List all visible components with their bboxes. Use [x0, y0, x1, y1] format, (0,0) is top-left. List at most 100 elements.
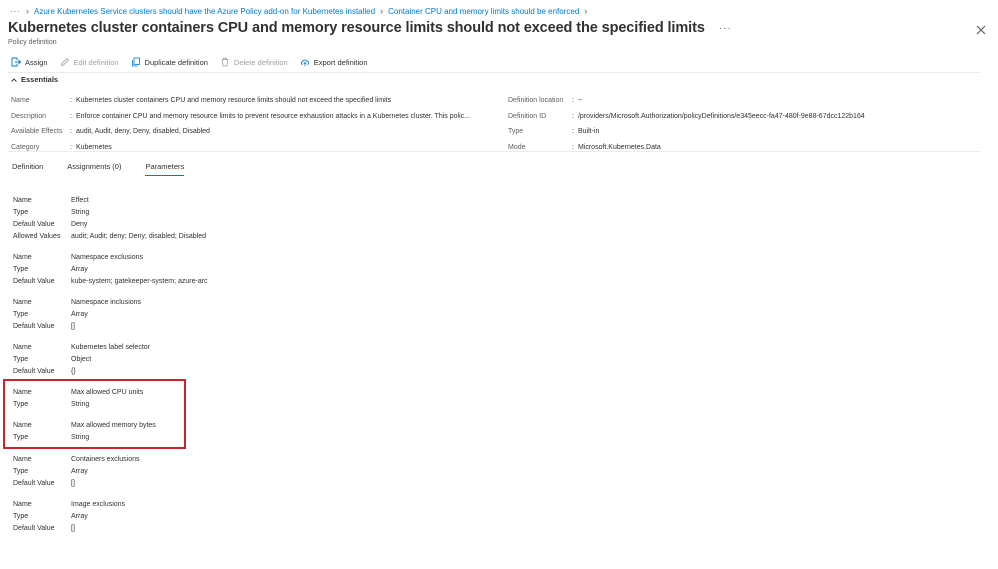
parameter-key: Name — [13, 343, 32, 351]
parameter-value: String — [71, 208, 90, 216]
delete-definition-label: Delete definition — [233, 57, 288, 67]
essentials-value: Kubernetes — [75, 143, 112, 151]
parameter-key: Allowed Values — [13, 232, 61, 240]
parameter-value: Namespace inclusions — [71, 298, 142, 306]
breadcrumb-more[interactable]: ··· — [10, 7, 21, 16]
parameter-key: Type — [13, 467, 29, 475]
essentials-value: -- — [577, 97, 583, 105]
copy-icon — [131, 57, 140, 67]
parameter-group-containers-exclusions: Name Containers exclusions Type Array Defa… — [13, 453, 208, 489]
essentials-row-mode: Mode : Microsoft.Kubernetes.Data — [508, 143, 661, 151]
parameter-key: Name — [13, 196, 32, 204]
cloud-upload-icon — [300, 59, 309, 66]
parameter-group-image-exclusions: Name Image exclusions Type Array Default V… — [13, 498, 208, 534]
parameter-key: Default Value — [13, 322, 55, 330]
parameter-key: Name — [13, 455, 32, 463]
essentials-value: audit, Audit, deny, Deny, disabled, Disa… — [75, 128, 210, 136]
parameter-key: Default Value — [13, 220, 55, 228]
essentials-key: Name — [11, 97, 30, 105]
essentials-row-description: Description : Enforce container CPU and … — [11, 112, 470, 120]
breadcrumb: ··· › Azure Kubernetes Service clusters … — [10, 5, 592, 17]
command-bar: Assign Edit definition Duplicate definit… — [11, 56, 380, 68]
edit-definition-label: Edit definition — [73, 57, 119, 67]
essentials-key: Available Effects — [11, 128, 63, 136]
export-definition-button[interactable]: Export definition — [300, 57, 368, 67]
essentials-key: Mode — [508, 143, 526, 151]
toolbar-divider — [8, 72, 980, 73]
parameter-value: Array — [71, 265, 88, 273]
parameter-row: Name Containers exclusions — [13, 453, 208, 465]
parameter-row: Type Array — [13, 510, 208, 522]
chevron-right-icon: › — [26, 6, 29, 16]
essentials-row-definition-id: Definition ID : /providers/Microsoft.Aut… — [508, 112, 865, 120]
parameter-value: Image exclusions — [71, 500, 126, 508]
parameter-group-label-selector: Name Kubernetes label selector Type Object… — [13, 341, 208, 377]
tab-assignments[interactable]: Assignments (0) — [67, 162, 121, 176]
assign-icon — [11, 57, 21, 67]
parameter-row: Type Object — [13, 353, 208, 365]
essentials-value: Kubernetes cluster containers CPU and me… — [75, 97, 392, 105]
more-options-button[interactable]: ··· — [719, 23, 732, 34]
export-definition-label: Export definition — [313, 57, 368, 67]
parameter-row: Name Namespace exclusions — [13, 251, 208, 263]
parameter-row: Default Value {} — [13, 365, 208, 377]
essentials-value: /providers/Microsoft.Authorization/polic… — [577, 112, 865, 120]
essentials-toggle[interactable]: Essentials — [10, 75, 58, 84]
parameter-key: Name — [13, 253, 32, 261]
parameter-key: Type — [13, 310, 29, 318]
essentials-value: Built-in — [577, 128, 600, 136]
essentials-row-type: Type : Built-in — [508, 128, 600, 136]
parameter-key: Default Value — [13, 277, 55, 285]
parameter-value: [] — [71, 524, 75, 532]
essentials-divider — [8, 151, 980, 152]
parameter-row: Default Value [] — [13, 477, 208, 489]
breadcrumb-item-container-limits[interactable]: Container CPU and memory limits should b… — [388, 7, 579, 16]
parameter-row: Name Image exclusions — [13, 498, 208, 510]
parameter-value: [] — [71, 322, 75, 330]
parameter-row: Default Value Deny — [13, 218, 208, 230]
essentials-key: Description — [11, 112, 47, 120]
parameter-value: Containers exclusions — [71, 455, 140, 463]
tab-bar: Definition Assignments (0) Parameters — [12, 162, 208, 176]
parameter-key: Default Value — [13, 367, 55, 375]
parameters-list: Name Effect Type String Default Value Deny … — [13, 194, 208, 534]
breadcrumb-item-aks-policy[interactable]: Azure Kubernetes Service clusters should… — [34, 7, 375, 16]
parameter-row: Name Effect — [13, 194, 208, 206]
parameter-key: Default Value — [13, 524, 55, 532]
delete-definition-button[interactable]: Delete definition — [220, 57, 288, 67]
parameter-row: Type Array — [13, 263, 208, 275]
duplicate-definition-button[interactable]: Duplicate definition — [131, 57, 208, 67]
highlight-box — [3, 379, 186, 449]
parameter-row: Name Kubernetes label selector — [13, 341, 208, 353]
edit-definition-button[interactable]: Edit definition — [60, 57, 119, 67]
tab-parameters[interactable]: Parameters — [145, 162, 185, 176]
parameter-group-namespace-exclusions: Name Namespace exclusions Type Array Defau… — [13, 251, 208, 287]
parameter-value: Deny — [71, 220, 88, 228]
assign-button[interactable]: Assign — [11, 57, 48, 67]
chevron-right-icon: › — [584, 6, 588, 16]
assign-label: Assign — [25, 57, 48, 67]
parameter-row: Type String — [13, 206, 208, 218]
parameter-key: Type — [13, 355, 29, 363]
page-subtitle: Policy definition — [8, 39, 57, 46]
duplicate-definition-label: Duplicate definition — [144, 57, 208, 67]
parameter-key: Type — [13, 265, 29, 273]
parameter-row: Type Array — [13, 308, 208, 320]
parameter-value: {} — [71, 367, 76, 375]
essentials-key: Category — [11, 143, 40, 151]
close-button[interactable] — [974, 23, 988, 37]
parameter-value: Array — [71, 467, 88, 475]
parameter-key: Default Value — [13, 479, 55, 487]
parameter-value: Array — [71, 310, 88, 318]
tab-definition[interactable]: Definition — [12, 162, 43, 176]
parameter-row: Name Namespace inclusions — [13, 296, 208, 308]
essentials-key: Definition location — [508, 97, 564, 105]
parameter-group-namespace-inclusions: Name Namespace inclusions Type Array Defau… — [13, 296, 208, 332]
essentials-value: Microsoft.Kubernetes.Data — [577, 143, 661, 151]
close-icon — [976, 25, 986, 35]
essentials-right: Definition location : -- Definition ID :… — [508, 93, 865, 155]
essentials-value: Enforce container CPU and memory resourc… — [75, 112, 470, 120]
parameter-key: Type — [13, 512, 29, 520]
essentials-left: Name : Kubernetes cluster containers CPU… — [11, 93, 470, 155]
page-title: Kubernetes cluster containers CPU and me… — [8, 20, 705, 36]
